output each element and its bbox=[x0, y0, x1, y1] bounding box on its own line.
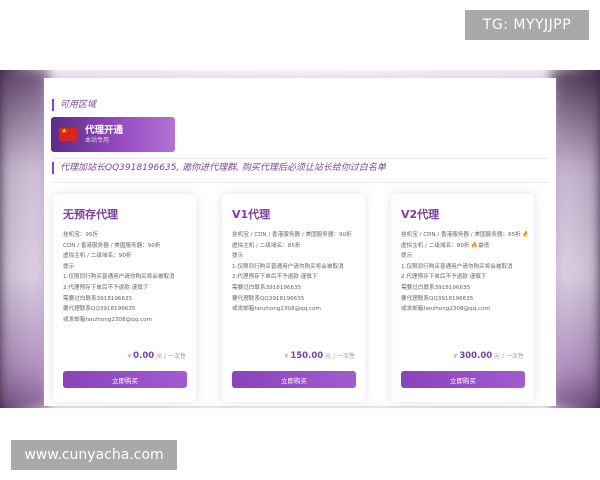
blurred-background-right bbox=[552, 70, 600, 408]
price-value: 300.00 bbox=[459, 351, 493, 361]
price-unit: 元 / 一次性 bbox=[494, 353, 524, 360]
price-value: 0.00 bbox=[133, 351, 155, 361]
plan-line: 1.仅限同行购买普通用户请勿购买将会被取消 bbox=[232, 263, 344, 270]
content-panel: 可用区域 ★ 代理开通 本站专用 代理加站长QQ3918196635, 邀你进代… bbox=[44, 78, 556, 406]
plan-line: 要代理联系QQ3918196635 bbox=[401, 295, 474, 302]
currency-symbol: ¥ bbox=[453, 353, 458, 360]
plan-details: 挂机宝 / CDN / 香港服务器 / 美国服务器：90折 虚拟主机 / 二级域… bbox=[232, 230, 358, 315]
plan-line: 需要过白联系3918196635 bbox=[232, 284, 302, 291]
screenshot-area: 可用区域 ★ 代理开通 本站专用 代理加站长QQ3918196635, 邀你进代… bbox=[0, 70, 600, 408]
plan-line: 或发邮箱fanzhong2308@qq.com bbox=[63, 316, 152, 323]
plan-card-v2: V2代理 挂机宝 / CDN / 香港服务器 / 美国服务器：85折 🔥最低 虚… bbox=[391, 194, 534, 402]
plan-line: 需要过白联系3918196635 bbox=[63, 295, 133, 302]
currency-symbol: ¥ bbox=[127, 353, 132, 360]
plan-line: 要代理联系QQ3918196635 bbox=[232, 295, 305, 302]
buy-now-button[interactable]: 立即购买 bbox=[232, 371, 356, 388]
plan-title: V2代理 bbox=[401, 208, 440, 221]
plan-line: 提示 bbox=[401, 253, 413, 260]
site-url-watermark: www.cunyacha.com bbox=[11, 440, 177, 470]
plan-line: 需要过白联系3918196635 bbox=[401, 284, 471, 291]
plan-line: 或发邮箱fanzhong2308@qq.com bbox=[232, 306, 321, 313]
plan-card-no-deposit: 无预存代理 挂机宝：95折 CDN / 香港服务器 / 美国服务器：90折 虚拟… bbox=[53, 194, 196, 402]
plan-line: 挂机宝 / CDN / 香港服务器 / 美国服务器：85折 🔥最低 bbox=[401, 232, 527, 238]
plan-line: 要代理联系QQ3918196635 bbox=[63, 306, 136, 313]
plan-line: 提示 bbox=[63, 263, 75, 270]
plan-line: 2.代理预存下单后不予退款 谨慎下 bbox=[401, 274, 487, 281]
plan-line: 提示 bbox=[232, 253, 244, 260]
agent-notice: 代理加站长QQ3918196635, 邀你进代理群, 购买代理后必须让站长给你过… bbox=[52, 162, 386, 174]
buy-now-button[interactable]: 立即购买 bbox=[63, 371, 187, 388]
buy-now-button[interactable]: 立即购买 bbox=[401, 371, 525, 388]
price-unit: 元 / 一次性 bbox=[156, 353, 186, 360]
plan-details: 挂机宝 / CDN / 香港服务器 / 美国服务器：85折 🔥最低 虚拟主机 /… bbox=[401, 230, 527, 315]
price-unit: 元 / 一次性 bbox=[325, 353, 355, 360]
region-title: 代理开通 bbox=[85, 124, 124, 136]
plan-title: 无预存代理 bbox=[63, 208, 118, 221]
plan-title: V1代理 bbox=[232, 208, 271, 221]
china-flag-icon: ★ bbox=[59, 128, 77, 141]
plan-card-v1: V1代理 挂机宝 / CDN / 香港服务器 / 美国服务器：90折 虚拟主机 … bbox=[222, 194, 365, 402]
price-value: 150.00 bbox=[290, 351, 324, 361]
region-subtitle: 本站专用 bbox=[85, 136, 110, 144]
plan-price: ¥ 300.00 元 / 一次性 bbox=[454, 351, 524, 361]
plan-line: 挂机宝：95折 bbox=[63, 232, 99, 238]
region-card-agent[interactable]: ★ 代理开通 本站专用 bbox=[51, 117, 175, 152]
available-region-heading: 可用区域 bbox=[52, 99, 96, 111]
currency-symbol: ¥ bbox=[284, 353, 289, 360]
plan-line: 或发邮箱fanzhong2308@qq.com bbox=[401, 306, 490, 313]
plan-line: 2.代理预存下单后不予退款 谨慎下 bbox=[232, 274, 318, 281]
plan-price: ¥ 0.00 元 / 一次性 bbox=[127, 351, 186, 361]
plan-line: 虚拟主机 / 二级域名：90折 bbox=[63, 253, 132, 260]
plan-line: 挂机宝 / CDN / 香港服务器 / 美国服务器：90折 bbox=[232, 232, 352, 238]
plan-details: 挂机宝：95折 CDN / 香港服务器 / 美国服务器：90折 虚拟主机 / 二… bbox=[63, 230, 189, 325]
plan-line: 2.代理预存下单后不予退款 谨慎下 bbox=[63, 284, 149, 291]
divider bbox=[52, 182, 548, 183]
plan-line: 1.仅限同行购买普通用户请勿购买将会被取消 bbox=[63, 274, 175, 281]
tg-watermark: TG: MYYJJPP bbox=[465, 10, 589, 40]
plan-line: 1.仅限同行购买普通用户请勿购买将会被取消 bbox=[401, 263, 513, 270]
blurred-background-left bbox=[0, 70, 48, 408]
divider bbox=[52, 158, 548, 159]
plan-price: ¥ 150.00 元 / 一次性 bbox=[285, 351, 355, 361]
plan-line: 虚拟主机 / 二级域名：85折 bbox=[232, 242, 301, 249]
plan-line: CDN / 香港服务器 / 美国服务器：90折 bbox=[63, 242, 161, 249]
plan-line: 虚拟主机 / 二级域名：80折 🔥最低 bbox=[401, 242, 490, 249]
